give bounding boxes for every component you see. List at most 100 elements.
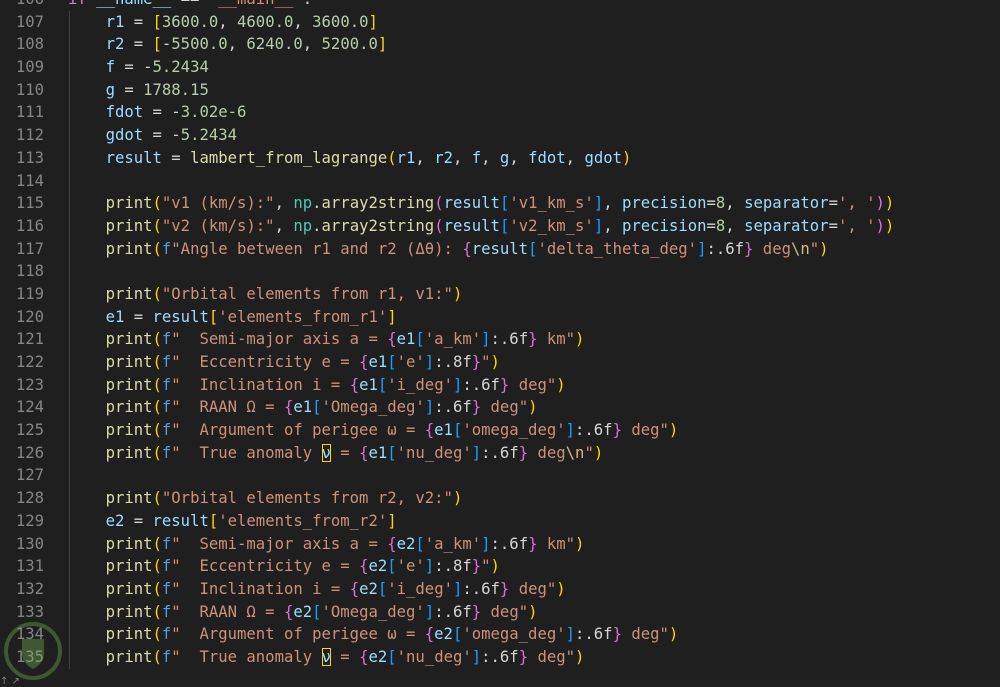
code-token: }	[612, 625, 622, 644]
code-token: ,	[227, 35, 247, 54]
code-token: f	[161, 602, 172, 621]
code-text: print(f" RAAN Ω = {e1['Omega_deg']:.6f} …	[68, 396, 538, 419]
code-line[interactable]: 129 e2 = result['elements_from_r2']	[0, 509, 1000, 533]
code-line[interactable]: 122 print(f" Eccentricity e = {e1['e']:.…	[0, 351, 1000, 374]
code-token: -	[161, 35, 172, 54]
code-token: separator	[744, 216, 829, 235]
code-line[interactable]: 115 print("v1 (km/s):", np.array2string(…	[0, 192, 1000, 215]
code-token: "__main__"	[209, 0, 303, 8]
line-number: 114	[15, 171, 44, 190]
code-line[interactable]: 106 if __name__ == "__main__":	[0, 0, 1000, 11]
code-line[interactable]: 114	[0, 169, 1000, 193]
code-token: [	[452, 421, 463, 440]
code-line[interactable]: 118	[0, 260, 1000, 283]
code-token: 'a_km'	[424, 330, 482, 349]
code-text: result = lambert_from_lagrange(r1, r2, f…	[68, 147, 632, 170]
code-token: (	[152, 557, 162, 576]
status-corner-glyph: ↑ ↗	[0, 676, 20, 687]
code-line[interactable]: 121 print(f" Semi-major axis a = {e1['a_…	[0, 328, 1000, 351]
code-line[interactable]: 128 print("Orbital elements from r2, v2:…	[0, 487, 1000, 510]
code-line[interactable]: 125 print(f" Argument of perigee ω = {e1…	[0, 419, 1000, 442]
code-token: ,	[565, 148, 585, 167]
code-token: ,	[509, 148, 529, 167]
code-token: ]	[593, 194, 604, 213]
code-line[interactable]: 133 print(f" RAAN Ω = {e2['Omega_deg']:.…	[0, 600, 1000, 624]
code-line[interactable]: 123 print(f" Inclination i = {e1['i_deg'…	[0, 373, 1000, 397]
code-line[interactable]: 107 r1 = [3600.0, 4600.0, 3600.0]	[0, 10, 1000, 34]
code-text: print(f" True anomaly ν = {e2['nu_deg']:…	[68, 646, 584, 669]
code-editor[interactable]: 106if __name__ == "__main__":107 r1 = [3…	[0, 0, 1000, 669]
code-token: ,	[725, 216, 745, 235]
code-line[interactable]: 124 print(f" RAAN Ω = {e1['Omega_deg']:.…	[0, 396, 1000, 420]
code-token: print	[105, 557, 153, 576]
line-number: 118	[15, 262, 44, 281]
code-token: " Argument of perigee ω =	[171, 421, 425, 440]
indent-guide	[69, 464, 70, 488]
code-token: :.6f	[481, 647, 519, 666]
code-token: " Semi-major axis a =	[171, 534, 388, 553]
line-number: 116	[15, 216, 44, 235]
code-line[interactable]: 135 print(f" True anomaly ν = {e2['nu_de…	[0, 645, 1000, 669]
code-token: e1	[368, 443, 388, 462]
code-line[interactable]: 111 fdot = -3.02e-6	[0, 101, 1000, 125]
code-line[interactable]: 112 gdot = -5.2434	[0, 124, 1000, 147]
code-token: ν	[321, 647, 331, 666]
code-token: ]	[471, 443, 482, 462]
code-token: (	[387, 148, 397, 167]
code-token: "Angle between r1 and r2 (Δθ):	[171, 239, 463, 258]
code-token: e1	[396, 330, 416, 349]
code-token: " Inclination i =	[171, 579, 350, 598]
code-line[interactable]: 127	[0, 464, 1000, 488]
code-line[interactable]: 116 print("v2 (km/s):", np.array2string(…	[0, 214, 1000, 238]
code-token: ]	[471, 647, 482, 666]
code-token: " Argument of perigee ω =	[171, 625, 425, 644]
code-token: }	[471, 602, 482, 621]
code-line[interactable]: 119 print("Orbital elements from r1, v1:…	[0, 282, 1000, 306]
code-line[interactable]: 132 print(f" Inclination i = {e2['i_deg'…	[0, 577, 1000, 601]
line-number: 107	[15, 12, 44, 31]
code-token: e1	[293, 398, 313, 417]
code-token: )	[819, 239, 829, 258]
code-token: __name__	[96, 0, 171, 8]
code-text: print(f" Semi-major axis a = {e1['a_km']…	[68, 328, 585, 351]
code-line[interactable]: 113 result = lambert_from_lagrange(r1, r…	[0, 146, 1000, 170]
code-token: ,	[481, 148, 500, 167]
code-token: " Inclination i =	[171, 375, 350, 394]
code-token: =	[124, 307, 153, 326]
code-token: }	[744, 239, 754, 258]
line-number: 126	[15, 443, 44, 462]
code-line[interactable]: 117 print(f"Angle between r1 and r2 (Δθ)…	[0, 237, 1000, 261]
code-line[interactable]: 131 print(f" Eccentricity e = {e2['e']:.…	[0, 555, 1000, 578]
code-line[interactable]: 134 print(f" Argument of perigee ω = {e2…	[0, 623, 1000, 646]
code-token: =	[114, 80, 144, 99]
code-text: e1 = result['elements_from_r1']	[68, 306, 397, 329]
code-token: print	[105, 284, 153, 303]
code-token: deg"	[528, 647, 576, 666]
code-token: [	[208, 307, 219, 326]
code-token: (	[152, 353, 162, 371]
code-line[interactable]: 108 r2 = [-5500.0, 6240.0, 5200.0]	[0, 33, 1000, 57]
code-line[interactable]: 126 print(f" True anomaly ν = {e1['nu_de…	[0, 441, 1000, 465]
code-token: {	[349, 375, 360, 394]
code-token: km"	[537, 534, 576, 553]
code-token: np	[293, 194, 313, 213]
code-token: 4600.0	[237, 12, 294, 31]
code-line[interactable]: 109 f = -5.2434	[0, 56, 1000, 79]
code-token: "	[481, 353, 491, 371]
code-token: r1	[396, 148, 416, 167]
code-token: ]	[368, 12, 378, 31]
code-line[interactable]: 120 e1 = result['elements_from_r1']	[0, 305, 1000, 329]
code-token: deg	[753, 239, 791, 258]
code-token: :.6f	[462, 375, 500, 394]
code-token: (	[152, 579, 162, 598]
code-token: ,	[293, 12, 313, 31]
code-line[interactable]: 110 g = 1788.15	[0, 78, 1000, 102]
code-line[interactable]: 130 print(f" Semi-major axis a = {e2['a_…	[0, 532, 1000, 556]
code-text: r1 = [3600.0, 4600.0, 3600.0]	[68, 11, 378, 34]
code-token: .	[312, 194, 322, 213]
